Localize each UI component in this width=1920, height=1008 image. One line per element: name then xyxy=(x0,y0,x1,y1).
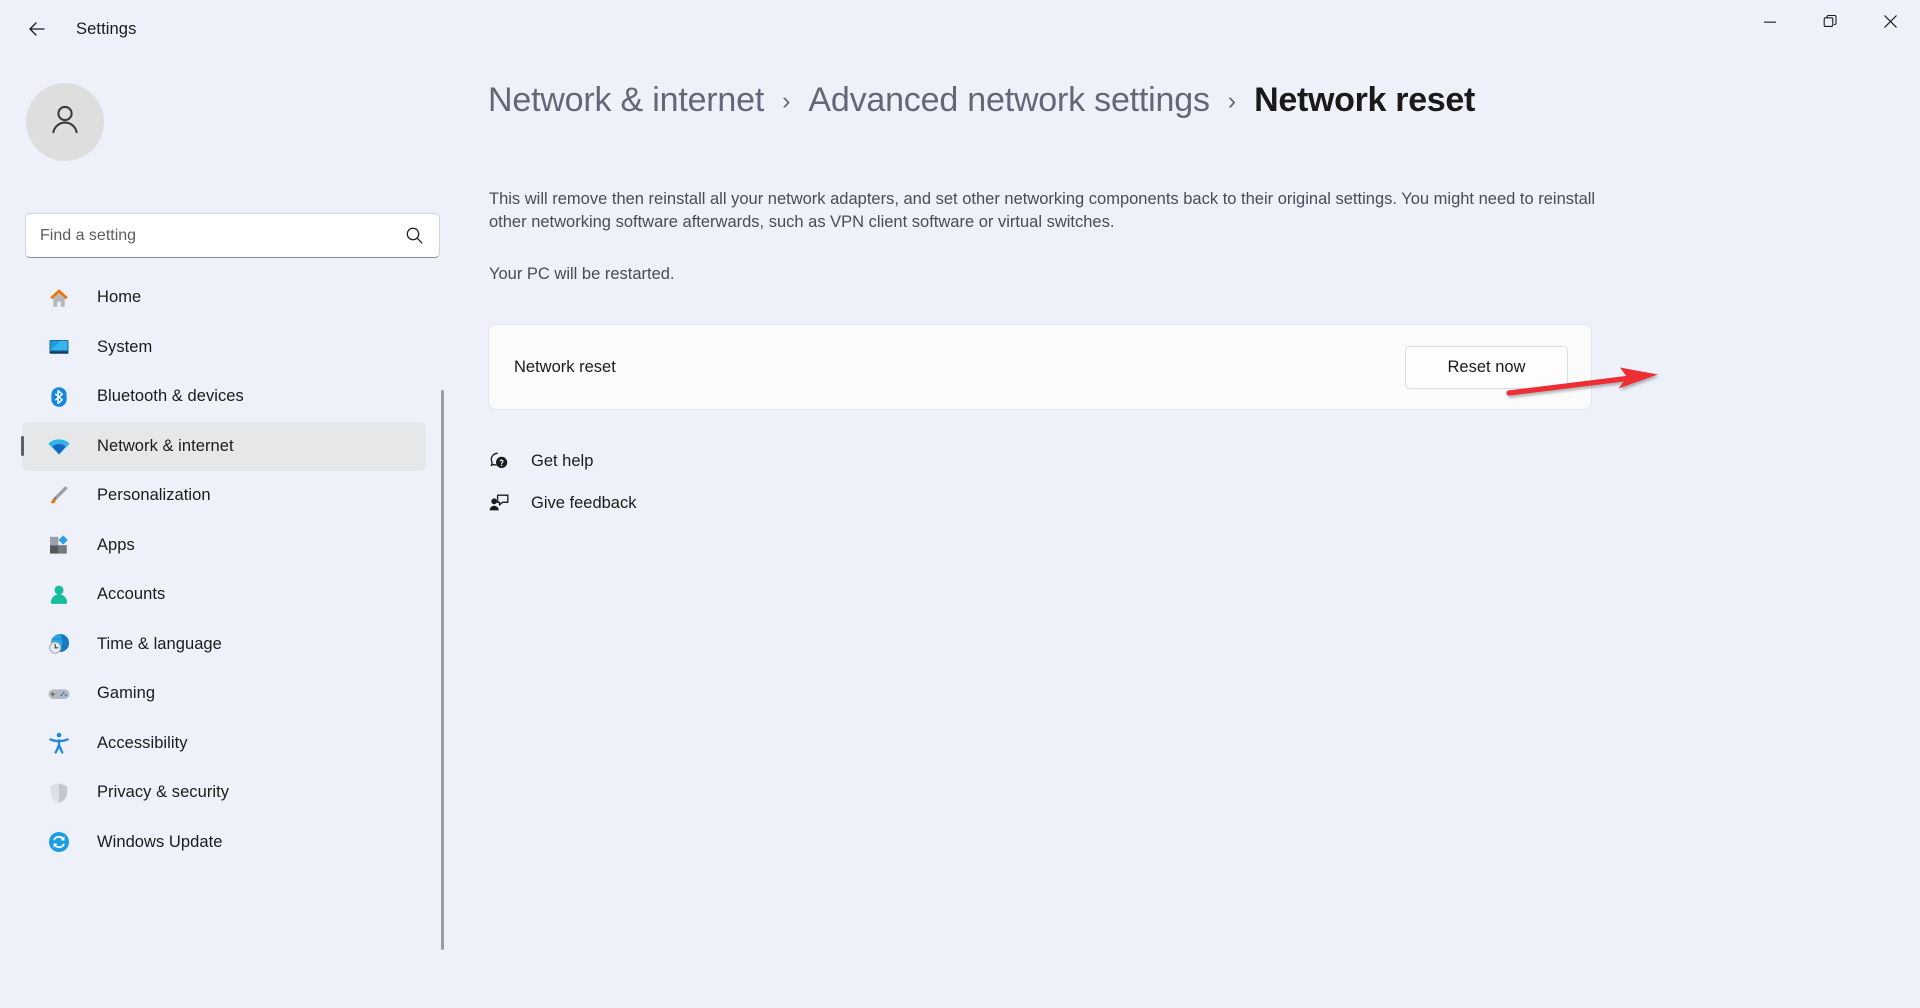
minimize-button[interactable] xyxy=(1740,0,1800,48)
sidebar-item-label: Time & language xyxy=(97,634,222,653)
arrow-left-icon xyxy=(25,17,49,41)
paintbrush-icon xyxy=(46,483,72,509)
sidebar-item-label: Accounts xyxy=(97,585,166,604)
shield-icon xyxy=(46,780,72,806)
sidebar-item-label: Windows Update xyxy=(97,832,223,851)
sidebar-item-gaming[interactable]: Gaming xyxy=(22,669,426,719)
gamepad-icon xyxy=(46,681,72,707)
sidebar-item-system[interactable]: System xyxy=(22,323,426,373)
close-button[interactable] xyxy=(1860,0,1920,48)
home-icon xyxy=(46,285,72,311)
window-controls xyxy=(1740,0,1920,48)
apps-icon xyxy=(46,532,72,558)
main-content: Network & internet › Advanced network se… xyxy=(448,58,1920,1008)
breadcrumb-link-network-internet[interactable]: Network & internet xyxy=(488,81,764,120)
sidebar-item-personalization[interactable]: Personalization xyxy=(22,471,426,521)
wifi-icon xyxy=(46,433,72,459)
system-icon xyxy=(46,334,72,360)
sidebar-item-label: Home xyxy=(97,288,142,307)
sidebar-item-label: Network & internet xyxy=(97,436,234,455)
sidebar-item-home[interactable]: Home xyxy=(22,273,426,323)
sidebar: Home System Bluetooth & de xyxy=(0,58,448,1008)
accounts-icon xyxy=(46,582,72,608)
app-title: Settings xyxy=(76,20,137,38)
breadcrumb-link-advanced-network-settings[interactable]: Advanced network settings xyxy=(808,81,1210,120)
sidebar-item-label: Bluetooth & devices xyxy=(97,387,244,406)
search-input[interactable] xyxy=(40,226,405,245)
accessibility-icon xyxy=(46,730,72,756)
search-icon[interactable] xyxy=(405,226,425,246)
clock-globe-icon xyxy=(46,631,72,657)
sidebar-item-label: Accessibility xyxy=(97,733,188,752)
avatar[interactable] xyxy=(26,83,104,161)
sidebar-item-accessibility[interactable]: Accessibility xyxy=(22,719,426,769)
person-avatar-icon xyxy=(44,99,86,146)
close-icon xyxy=(1883,14,1898,34)
footer-links: Get help Give feedback xyxy=(488,440,728,524)
update-icon xyxy=(46,829,72,855)
restore-icon xyxy=(1823,14,1838,34)
sidebar-item-label: Personalization xyxy=(97,486,211,505)
sidebar-item-label: Privacy & security xyxy=(97,783,230,802)
page-title: Network reset xyxy=(1254,81,1476,119)
breadcrumb: Network & internet › Advanced network se… xyxy=(488,81,1475,120)
footer-link-label: Get help xyxy=(531,451,594,470)
minimize-icon xyxy=(1763,15,1777,34)
page-description-secondary: Your PC will be restarted. xyxy=(489,265,675,283)
chevron-right-icon: › xyxy=(782,87,791,115)
sidebar-item-network-internet[interactable]: Network & internet xyxy=(22,421,426,471)
maximize-button[interactable] xyxy=(1800,0,1860,48)
get-help-link[interactable]: Get help xyxy=(488,440,728,482)
feedback-person-icon xyxy=(488,492,510,514)
search-container xyxy=(25,213,440,258)
sidebar-item-label: System xyxy=(97,337,153,356)
sidebar-item-privacy-security[interactable]: Privacy & security xyxy=(22,768,426,818)
reset-now-button[interactable]: Reset now xyxy=(1405,345,1568,389)
sidebar-item-label: Apps xyxy=(97,535,135,554)
page-description: This will remove then reinstall all your… xyxy=(489,190,1596,231)
sidebar-item-apps[interactable]: Apps xyxy=(22,521,426,571)
back-button[interactable] xyxy=(16,9,58,49)
chevron-right-icon: › xyxy=(1227,87,1237,115)
help-bubble-icon xyxy=(488,450,510,472)
footer-link-label: Give feedback xyxy=(531,493,637,512)
sidebar-item-windows-update[interactable]: Windows Update xyxy=(22,818,426,868)
network-reset-card: Network reset Reset now xyxy=(488,324,1592,410)
sidebar-item-time-language[interactable]: Time & language xyxy=(22,620,426,670)
sidebar-item-label: Gaming xyxy=(97,684,156,703)
sidebar-scrollbar[interactable] xyxy=(441,390,444,950)
bluetooth-icon xyxy=(46,384,72,410)
card-title: Network reset xyxy=(514,357,616,376)
sidebar-item-accounts[interactable]: Accounts xyxy=(22,570,426,620)
search-box[interactable] xyxy=(25,213,440,258)
sidebar-nav: Home System Bluetooth & devices Network … xyxy=(0,273,448,1008)
give-feedback-link[interactable]: Give feedback xyxy=(488,482,728,524)
title-bar: Settings xyxy=(0,0,1920,58)
sidebar-item-bluetooth-devices[interactable]: Bluetooth & devices xyxy=(22,372,426,422)
